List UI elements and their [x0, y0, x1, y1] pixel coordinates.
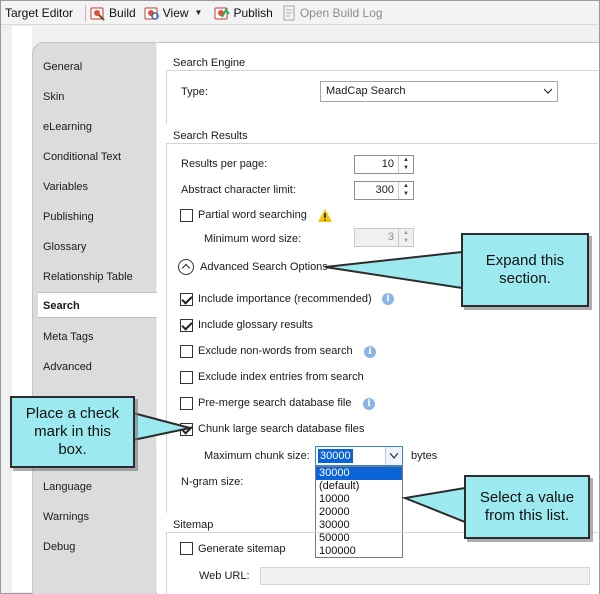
select-callout-pointer — [401, 486, 466, 524]
expand-callout-pointer — [324, 250, 463, 290]
select-value-callout: Select a value from this list. — [464, 475, 590, 539]
check-box-callout: Place a check mark in this box. — [10, 396, 135, 468]
expand-section-callout: Expand this section. — [461, 233, 589, 307]
check-callout-pointer — [132, 411, 191, 442]
